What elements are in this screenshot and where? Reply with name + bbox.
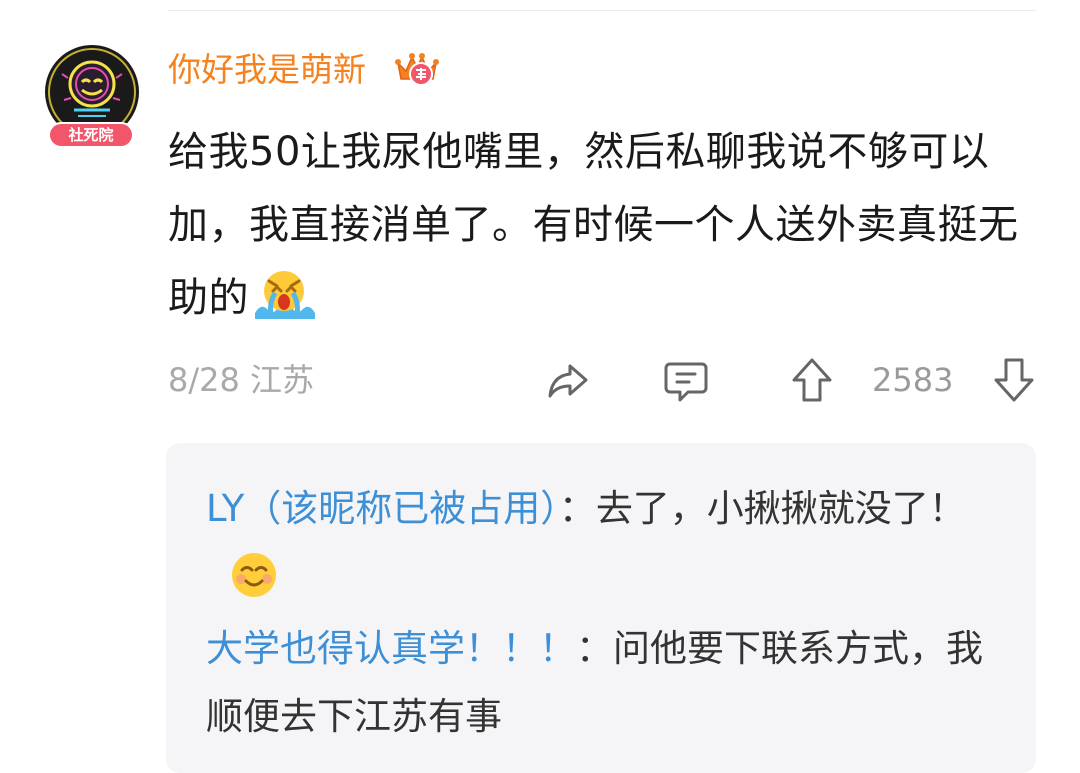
reply-text: 去了，小揪揪就没了！ — [595, 487, 966, 530]
vote-count: 2583 — [872, 361, 954, 399]
comment-date: 8/28 — [168, 361, 240, 399]
upvote-icon[interactable] — [788, 356, 836, 404]
comment-body: 给我50让我尿他嘴里，然后私聊我说不够可以加，我直接消单了。有时候一个人送外卖真… — [168, 116, 1028, 335]
reply-separator: ： — [576, 627, 613, 670]
smiling-face-emoji — [232, 553, 276, 597]
username[interactable]: 你好我是萌新 — [168, 47, 366, 93]
comment-location: 江苏 — [250, 361, 315, 399]
reply-item[interactable]: LY（该昵称已被占用）：去了，小揪揪就没了！ — [206, 475, 986, 611]
crown-year-icon — [395, 53, 439, 86]
share-icon[interactable] — [544, 356, 592, 404]
reply-item[interactable]: 大学也得认真学！！！：问他要下联系方式，我顺便去下江苏有事 — [206, 615, 986, 751]
top-divider — [168, 10, 1036, 11]
reply-author[interactable]: 大学也得认真学！！！ — [206, 627, 576, 670]
reply-separator: ： — [558, 487, 596, 530]
comment-meta: 8/28 江苏 — [168, 358, 314, 402]
comment-icon[interactable] — [662, 356, 710, 404]
reply-author[interactable]: LY（该昵称已被占用） — [206, 487, 559, 530]
downvote-icon[interactable] — [990, 356, 1038, 404]
crying-face-emoji — [255, 271, 315, 319]
replies-box[interactable]: LY（该昵称已被占用）：去了，小揪揪就没了！ 大学也得认真学！！！：问他要下联系… — [166, 443, 1036, 773]
avatar-badge: 社死院 — [48, 122, 134, 148]
